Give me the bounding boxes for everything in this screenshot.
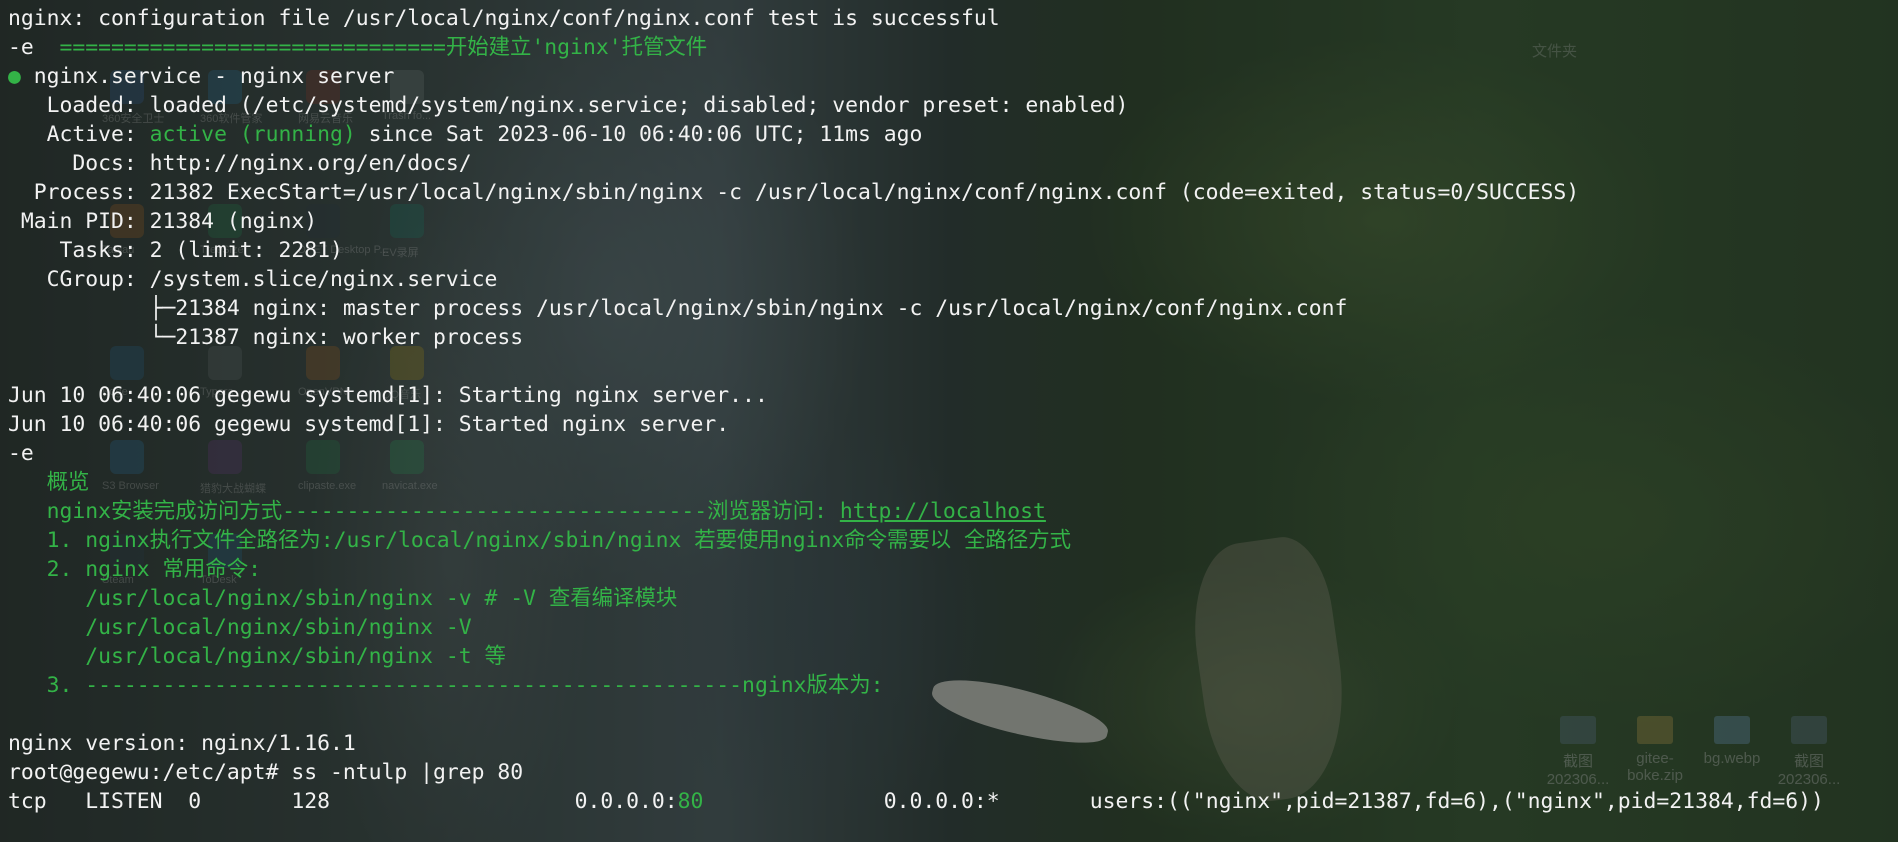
terminal-line-green: 3. -------------------------------------… bbox=[8, 673, 884, 698]
terminal-line: ● nginx.service - nginx server bbox=[8, 62, 394, 91]
terminal-text: -e bbox=[8, 35, 60, 60]
terminal-line: Active: active (running) since Sat 2023-… bbox=[8, 120, 923, 149]
terminal-text-green: nginx安装完成访问方式---------------------------… bbox=[8, 499, 840, 524]
terminal-line-green: /usr/local/nginx/sbin/nginx -V bbox=[8, 615, 472, 640]
terminal-line: tcp LISTEN 0 128 0.0.0.0:80 0.0.0.0:* us… bbox=[8, 787, 1824, 816]
terminal-line: -e bbox=[8, 441, 34, 466]
terminal-line-green: /usr/local/nginx/sbin/nginx -t 等 bbox=[8, 644, 506, 669]
port-highlight: 80 bbox=[677, 789, 704, 814]
terminal-line-green: 2. nginx 常用命令: bbox=[8, 557, 261, 582]
active-status-text: active (running) bbox=[149, 122, 356, 147]
terminal-line: Docs: http://nginx.org/en/docs/ bbox=[8, 151, 472, 176]
terminal-line: └─21387 nginx: worker process bbox=[8, 325, 524, 350]
terminal-line-green: 1. nginx执行文件全路径为:/usr/local/nginx/sbin/n… bbox=[8, 528, 1071, 553]
terminal-line: Process: 21382 ExecStart=/usr/local/ngin… bbox=[8, 180, 1580, 205]
terminal-text: Active: bbox=[8, 122, 150, 147]
terminal-line: Loaded: loaded (/etc/systemd/system/ngin… bbox=[8, 93, 1129, 118]
terminal-line-green: nginx安装完成访问方式---------------------------… bbox=[8, 497, 1046, 526]
terminal-text: nginx.service - nginx server bbox=[20, 64, 395, 89]
status-dot-icon: ● bbox=[8, 64, 21, 89]
terminal-text: 0.0.0.0:* users:(("nginx",pid=21387,fd=6… bbox=[703, 789, 1824, 814]
terminal-line: nginx: configuration file /usr/local/ngi… bbox=[8, 6, 1000, 31]
terminal-line: -e ==============================开始建立'ng… bbox=[8, 33, 707, 62]
terminal-text: since Sat 2023-06-10 06:40:06 UTC; 11ms … bbox=[355, 122, 923, 147]
terminal-line: CGroup: /system.slice/nginx.service bbox=[8, 267, 498, 292]
terminal-line: Jun 10 06:40:06 gegewu systemd[1]: Start… bbox=[8, 412, 730, 437]
terminal-line: Tasks: 2 (limit: 2281) bbox=[8, 238, 343, 263]
terminal-line: Jun 10 06:40:06 gegewu systemd[1]: Start… bbox=[8, 383, 768, 408]
terminal-window[interactable]: nginx: configuration file /usr/local/ngi… bbox=[0, 0, 1898, 842]
terminal-line: ├─21384 nginx: master process /usr/local… bbox=[8, 296, 1348, 321]
terminal-prompt-line[interactable]: root@gegewu:/etc/apt# ss -ntulp |grep 80 bbox=[8, 758, 523, 787]
terminal-text-green: ==============================开始建立'nginx… bbox=[59, 35, 708, 60]
terminal-line: nginx version: nginx/1.16.1 bbox=[8, 731, 356, 756]
terminal-line-green: /usr/local/nginx/sbin/nginx -v # -V 查看编译… bbox=[8, 586, 678, 611]
localhost-link[interactable]: http://localhost bbox=[840, 499, 1046, 524]
terminal-line-green: 概览 bbox=[8, 470, 90, 495]
terminal-text: tcp LISTEN 0 128 0.0.0.0: bbox=[8, 789, 678, 814]
terminal-line: Main PID: 21384 (nginx) bbox=[8, 209, 318, 234]
